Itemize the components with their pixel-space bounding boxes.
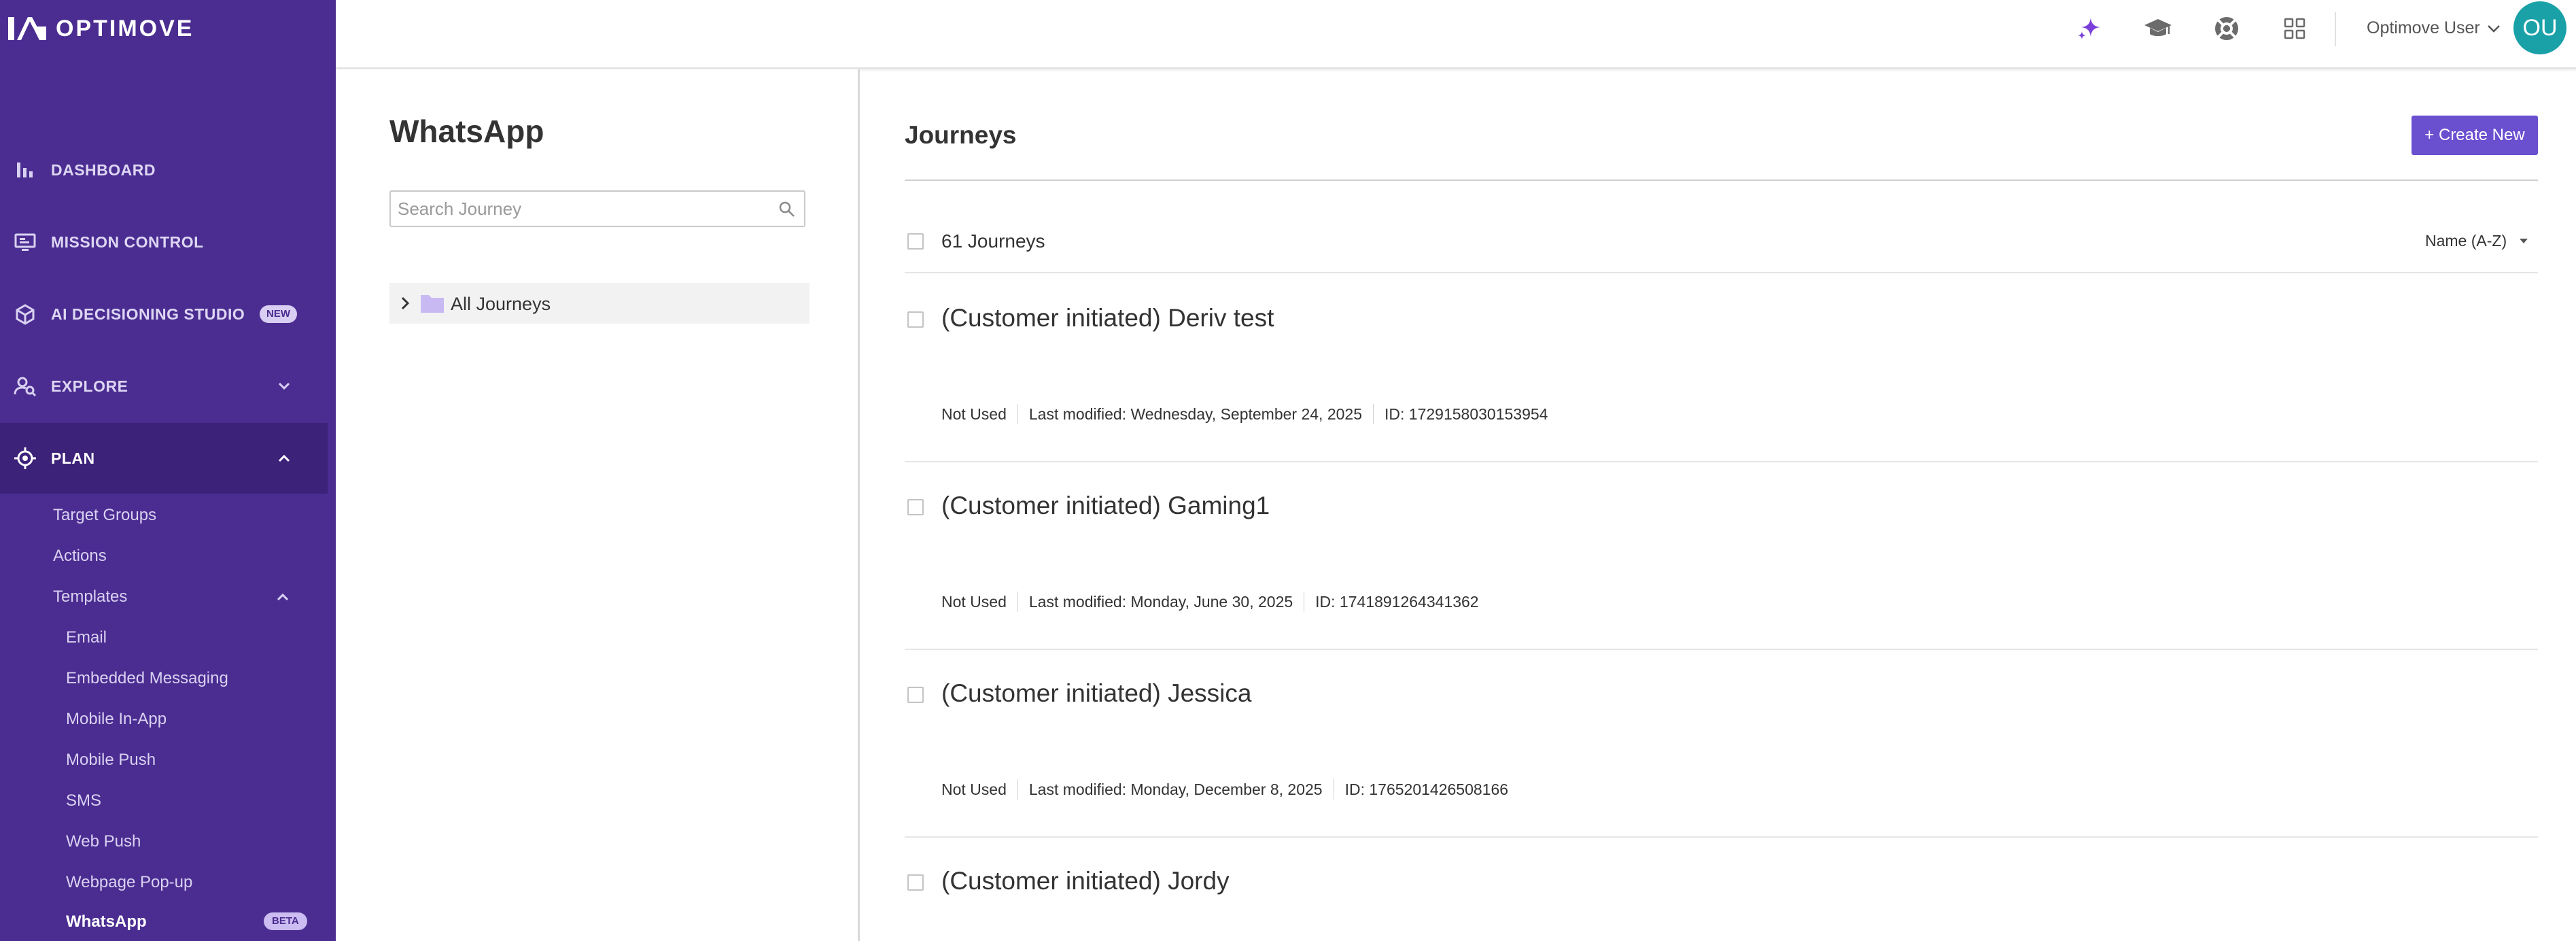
journey-status: Not Used [941,592,1007,611]
nav-mission-control-label: MISSION CONTROL [51,233,204,251]
meta-separator [1017,404,1018,424]
optimove-logo-icon [8,17,46,40]
sidebar-item-mobile-in-app[interactable]: Mobile In-App [66,704,365,734]
nav-explore-label: EXPLORE [51,377,128,395]
sidebar-item-embedded-messaging[interactable]: Embedded Messaging [66,664,365,694]
journey-status: Not Used [941,780,1007,798]
journey-name[interactable]: (Customer initiated) Jessica [941,679,1251,708]
sparkle-icon[interactable] [2074,14,2104,44]
graduation-cap-icon[interactable] [2143,14,2173,44]
sidebar-item-whatsapp[interactable]: WhatsApp [66,907,365,937]
bar-chart-icon [17,162,33,177]
journey-id: ID: 1765201426508166 [1344,780,1509,798]
journey-checkbox[interactable] [907,687,924,703]
journey-last-modified: Last modified: Wednesday, September 24, … [1028,405,1362,423]
sidebar-item-web-push[interactable]: Web Push [66,827,365,857]
apps-grid-icon[interactable] [2280,14,2310,44]
nav-explore[interactable]: EXPLORE [0,351,328,422]
row-divider [905,461,2538,462]
chevron-right-icon[interactable] [396,294,414,313]
chevron-down-icon [278,382,290,390]
monitor-icon [14,233,36,251]
list-header-divider [905,272,2538,273]
journey-count: 61 Journeys [941,230,1045,252]
new-badge: NEW [260,305,297,323]
journey-last-modified: Last modified: Monday, December 8, 2025 [1028,780,1323,798]
nav-plan-label: PLAN [51,449,95,467]
journey-checkbox[interactable] [907,499,924,515]
journey-status: Not Used [941,405,1007,423]
target-icon [14,447,36,469]
select-all-checkbox[interactable] [907,233,924,250]
templates-chevron-up-icon[interactable] [273,587,292,606]
nav-dashboard[interactable]: DASHBOARD [0,135,328,205]
user-menu-chevron-down-icon[interactable] [2484,19,2503,38]
sort-dropdown[interactable]: Name (A-Z) [2425,232,2507,250]
page-title: WhatsApp [389,114,544,149]
sidebar-item-templates[interactable]: Templates [53,582,352,612]
user-search-icon [14,377,37,397]
journey-meta: Not Used Last modified: Wednesday, Septe… [941,404,1548,424]
nav-dashboard-label: DASHBOARD [51,160,156,179]
journey-id: ID: 1741891264341362 [1315,592,1479,611]
sidebar-item-templates-label: Templates [53,587,128,606]
sidebar-item-email[interactable]: Email [66,623,365,653]
row-divider [905,836,2538,838]
sidebar-item-mobile-push[interactable]: Mobile Push [66,745,365,775]
logo[interactable]: OPTIMOVE [8,15,194,42]
journey-checkbox[interactable] [907,874,924,891]
brand-name: OPTIMOVE [56,15,194,41]
folder-icon [421,295,444,313]
folder-all-journeys-label: All Journeys [451,294,551,314]
sidebar-item-actions[interactable]: Actions [53,541,352,571]
journey-name[interactable]: (Customer initiated) Jordy [941,867,1230,895]
journey-name[interactable]: (Customer initiated) Gaming1 [941,492,1270,520]
create-new-button[interactable]: + Create New [2412,116,2538,155]
search-journey-box [389,190,805,227]
meta-separator [1017,779,1018,800]
sort-caret-down-icon[interactable] [2519,238,2528,245]
journey-name[interactable]: (Customer initiated) Deriv test [941,304,1274,332]
chevron-up-icon [278,454,290,462]
user-name[interactable]: Optimove User [2367,18,2480,38]
search-icon[interactable] [778,201,796,218]
journey-id: ID: 1729158030153954 [1385,405,1548,423]
nav-plan[interactable]: PLAN [0,423,328,494]
search-journey-input[interactable] [398,196,765,222]
cube-icon [16,304,35,325]
title-divider [905,179,2538,181]
journey-meta: Not Used Last modified: Monday, December… [941,779,1508,800]
journey-checkbox[interactable] [907,311,924,328]
nav-ai-decisioning-label: AI DECISIONING STUDIO [51,305,245,323]
meta-separator [1373,404,1374,424]
journey-last-modified: Last modified: Monday, June 30, 2025 [1028,592,1293,611]
topbar-divider [2335,12,2336,46]
sidebar: OPTIMOVE DASHBOARD MISSION CONTROL AI DE… [0,0,336,941]
sidebar-item-target-groups[interactable]: Target Groups [53,500,352,530]
nav-mission-control[interactable]: MISSION CONTROL [0,207,328,277]
meta-separator [1017,592,1018,612]
support-icon[interactable] [2212,14,2242,44]
beta-badge: BETA [264,912,307,930]
journey-meta: Not Used Last modified: Monday, June 30,… [941,592,1479,612]
folder-all-journeys[interactable]: All Journeys [389,283,810,324]
journeys-title: Journeys [905,121,1017,149]
sidebar-item-webpage-popup[interactable]: Webpage Pop-up [66,868,365,897]
nav-ai-decisioning-studio[interactable]: AI DECISIONING STUDIO NEW [0,279,328,349]
sidebar-item-sms[interactable]: SMS [66,786,365,816]
avatar[interactable]: OU [2513,1,2566,54]
row-divider [905,649,2538,650]
